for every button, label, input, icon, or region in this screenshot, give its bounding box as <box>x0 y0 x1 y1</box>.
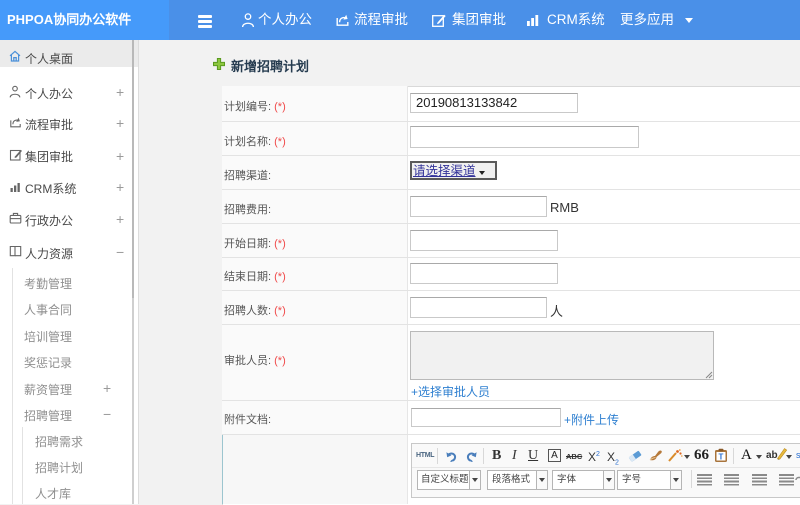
svg-text:T: T <box>719 453 724 462</box>
